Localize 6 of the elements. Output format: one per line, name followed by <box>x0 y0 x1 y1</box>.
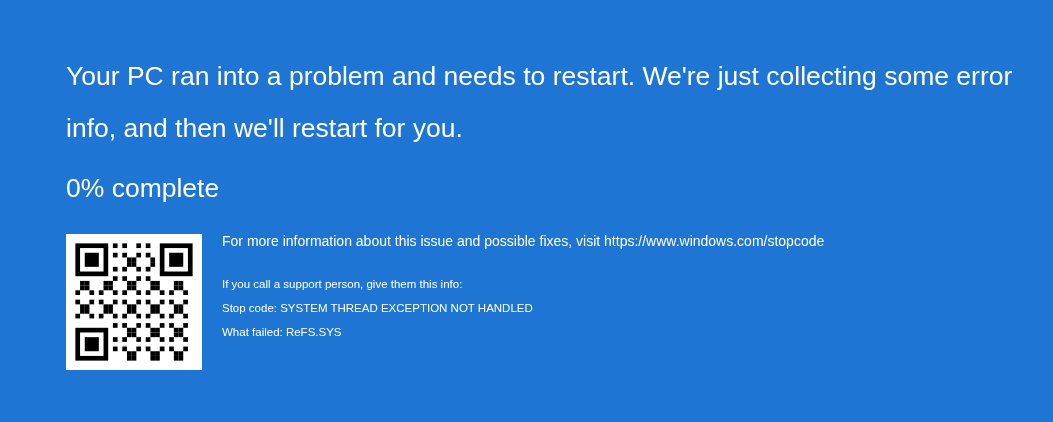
support-info-text: Stop code: SYSTEM THREAD EXCEPTION NOT HANDLED <box>222 301 533 316</box>
more-info-text: For more information about this issue and possible fixes, visit https://www.windows.com/stopcode <box>222 232 825 250</box>
support-info-text: What failed: ReFS.SYS <box>222 325 342 340</box>
support-info-text: If you call a support person, give them this info: <box>222 277 463 292</box>
progress-text: 0% complete <box>66 172 220 205</box>
error-message: Your PC ran into a problem and needs to restart. We're just collecting some error info, and then we'll restart for you. <box>66 60 1014 145</box>
